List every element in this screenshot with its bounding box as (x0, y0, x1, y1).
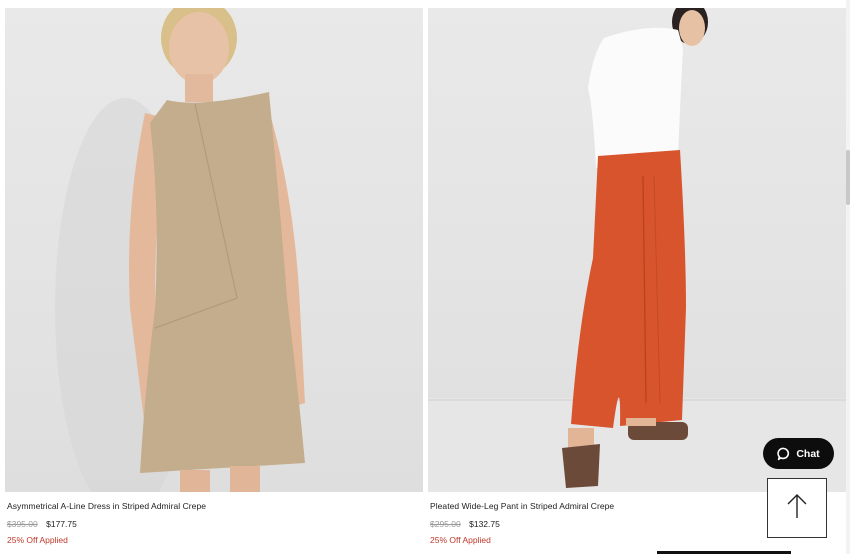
original-price: $295.00 (430, 519, 461, 529)
chat-bubble-icon (777, 447, 791, 461)
scrollbar-track[interactable] (846, 0, 850, 554)
product-image[interactable] (5, 8, 423, 492)
sale-price: $132.75 (469, 519, 500, 529)
price-row: $395.00 $177.75 (7, 519, 423, 529)
scrollbar-thumb[interactable] (846, 150, 850, 205)
scroll-to-top-button[interactable] (767, 478, 827, 538)
original-price: $395.00 (7, 519, 38, 529)
product-name[interactable]: Asymmetrical A-Line Dress in Striped Adm… (7, 501, 423, 511)
chat-button[interactable]: Chat (763, 438, 834, 469)
product-card[interactable]: Asymmetrical A-Line Dress in Striped Adm… (5, 8, 423, 545)
arrow-up-icon (786, 493, 808, 524)
product-grid: Asymmetrical A-Line Dress in Striped Adm… (0, 0, 850, 554)
chat-label: Chat (796, 447, 820, 460)
product-image[interactable] (428, 8, 846, 492)
sale-price: $177.75 (46, 519, 77, 529)
discount-note: 25% Off Applied (7, 535, 68, 545)
